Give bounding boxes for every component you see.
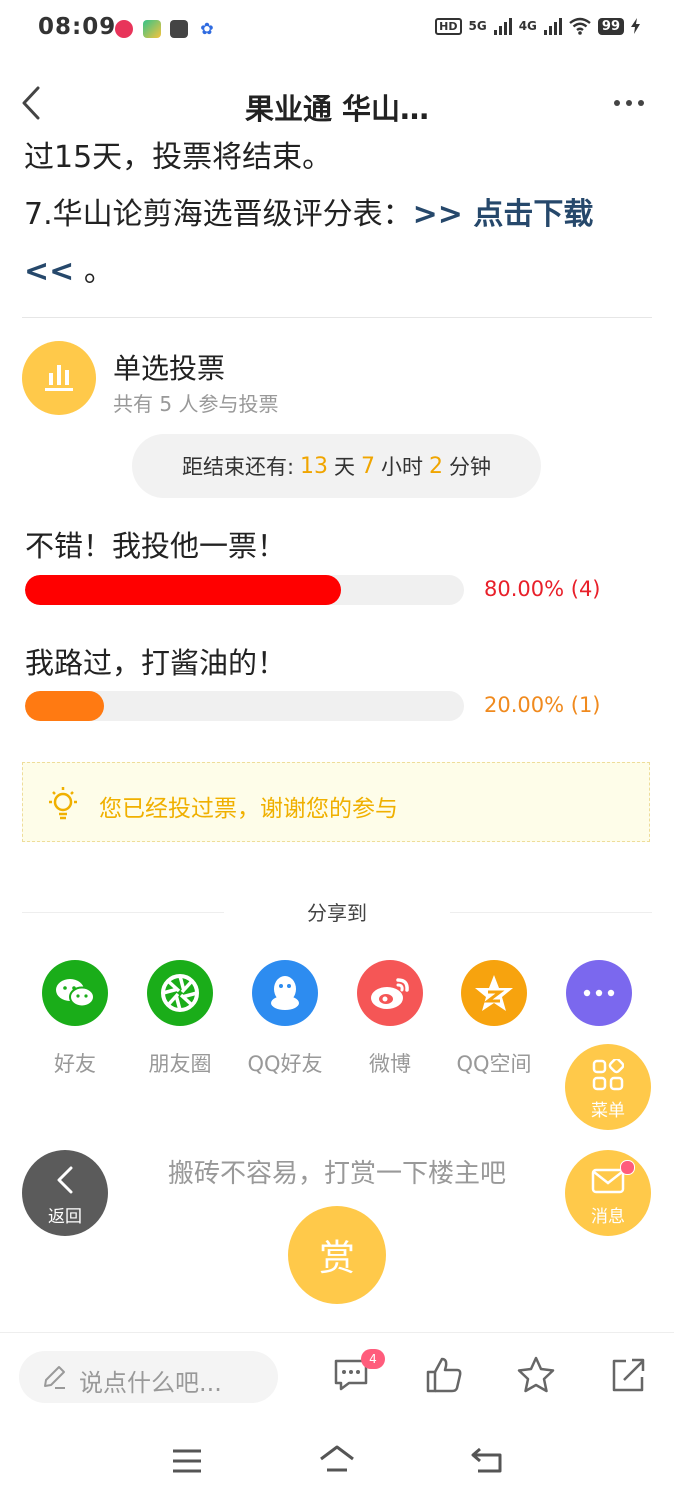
battery-level: 99 (597, 17, 624, 35)
home-icon[interactable] (318, 1444, 356, 1474)
status-time: 08:09 (38, 14, 117, 40)
countdown-days-unit: 天 (334, 455, 356, 479)
message-label: 消息 (591, 1207, 625, 1227)
like-icon[interactable] (424, 1355, 464, 1395)
vote-option-bar (25, 691, 464, 721)
countdown-days: 13 (300, 453, 329, 479)
system-nav-bar (0, 1420, 674, 1500)
vote-countdown: 距结束还有: 13 天 7 小时 2 分钟 (132, 434, 541, 498)
share-qzone-button[interactable]: QQ空间 (449, 960, 539, 1078)
vote-option-percent: 20.00% (1) (484, 693, 601, 717)
share-label: QQ好友 (247, 1052, 323, 1076)
vote-option-percent: 80.00% (4) (484, 577, 601, 601)
vote-title: 单选投票 (113, 352, 226, 385)
hd-indicator: HD (435, 17, 462, 35)
back-label: 返回 (48, 1207, 82, 1227)
share-label: 好友 (54, 1052, 96, 1076)
share-more-button[interactable] (554, 960, 644, 1048)
grid-menu-icon (592, 1059, 624, 1091)
top-nav: 果业通 华山… (0, 62, 674, 148)
qzone-icon (461, 960, 527, 1026)
comment-placeholder: 说点什么吧... (79, 1369, 222, 1397)
share-title: 分享到 (307, 901, 367, 925)
reward-prompt: 搬砖不容易，打赏一下楼主吧 (167, 1159, 506, 1189)
share-wechat-button[interactable]: 好友 (30, 960, 120, 1078)
vote-option-label: 我路过，打酱油的！ (25, 646, 287, 680)
article-text: 7.华山论剪海选晋级评分表： (24, 197, 413, 232)
share-label: QQ空间 (456, 1052, 532, 1076)
menu-icon[interactable] (171, 1448, 203, 1474)
share-moments-button[interactable]: 朋友圈 (135, 960, 225, 1078)
back-nav-icon[interactable] (470, 1446, 504, 1474)
share-qq-button[interactable]: QQ好友 (240, 960, 330, 1078)
share-label: 微博 (369, 1052, 411, 1076)
voted-notice-text: 您已经投过票，谢谢您的参与 (99, 796, 398, 822)
bottom-toolbar: 说点什么吧... 4 (0, 1332, 674, 1421)
lightbulb-icon (49, 787, 77, 820)
share-weibo-button[interactable]: 微博 (345, 960, 435, 1078)
qq-icon (252, 960, 318, 1026)
weibo-icon (357, 960, 423, 1026)
star-icon[interactable] (516, 1355, 556, 1395)
moments-icon (147, 960, 213, 1026)
poll-icon (22, 341, 96, 415)
menu-label: 菜单 (591, 1101, 625, 1121)
countdown-minutes-unit: 分钟 (449, 455, 492, 479)
more-icon (566, 960, 632, 1026)
wechat-icon (42, 960, 108, 1026)
countdown-label: 距结束还有: (181, 455, 295, 479)
menu-float-button[interactable]: 菜单 (565, 1044, 651, 1130)
status-indicators: HD 5G 4G 99 (435, 17, 640, 35)
comment-count-badge: 4 (361, 1349, 385, 1369)
share-icon[interactable] (608, 1355, 648, 1395)
vote-option-fill (25, 575, 341, 605)
wifi-icon (569, 17, 591, 35)
more-options-icon[interactable] (614, 100, 644, 106)
paw-app-icon: ✿ (198, 20, 216, 38)
download-link-end[interactable]: << (24, 254, 74, 289)
signal-icon (543, 17, 562, 35)
vote-option-bar (25, 575, 464, 605)
app-notification-icon (115, 20, 133, 38)
download-link[interactable]: >> 点击下载 (413, 197, 594, 232)
share-label: 朋友圈 (148, 1052, 212, 1076)
reward-button[interactable]: 赏 (288, 1206, 386, 1304)
article-line: 过15天，投票将结束。 (24, 140, 333, 175)
vote-option-label: 不错！我投他一票！ (25, 529, 287, 563)
vote-option-fill (25, 691, 104, 721)
video-app-icon (143, 20, 161, 38)
page-title: 果业通 华山… (244, 92, 430, 126)
divider (22, 317, 652, 318)
article-line: 7.华山论剪海选晋级评分表：>> 点击下载 (24, 200, 593, 230)
comment-input[interactable]: 说点什么吧... (19, 1351, 278, 1403)
article-text: 。 (74, 254, 114, 289)
voted-notice: 您已经投过票，谢谢您的参与 (22, 762, 650, 842)
countdown-minutes: 2 (429, 453, 444, 479)
article-line: << 。 (24, 257, 114, 287)
countdown-hours-unit: 小时 (381, 455, 424, 479)
status-bar: 08:09 ✿ HD 5G 4G 99 (0, 0, 674, 62)
countdown-hours: 7 (361, 453, 376, 479)
network-4g-label: 4G (518, 19, 537, 33)
pencil-icon (44, 1366, 65, 1389)
charging-icon (631, 18, 640, 34)
network-5g-label: 5G (468, 19, 487, 33)
player-app-icon (170, 20, 188, 38)
vote-participants: 共有 5 人参与投票 (113, 392, 279, 416)
signal-icon (493, 17, 512, 35)
